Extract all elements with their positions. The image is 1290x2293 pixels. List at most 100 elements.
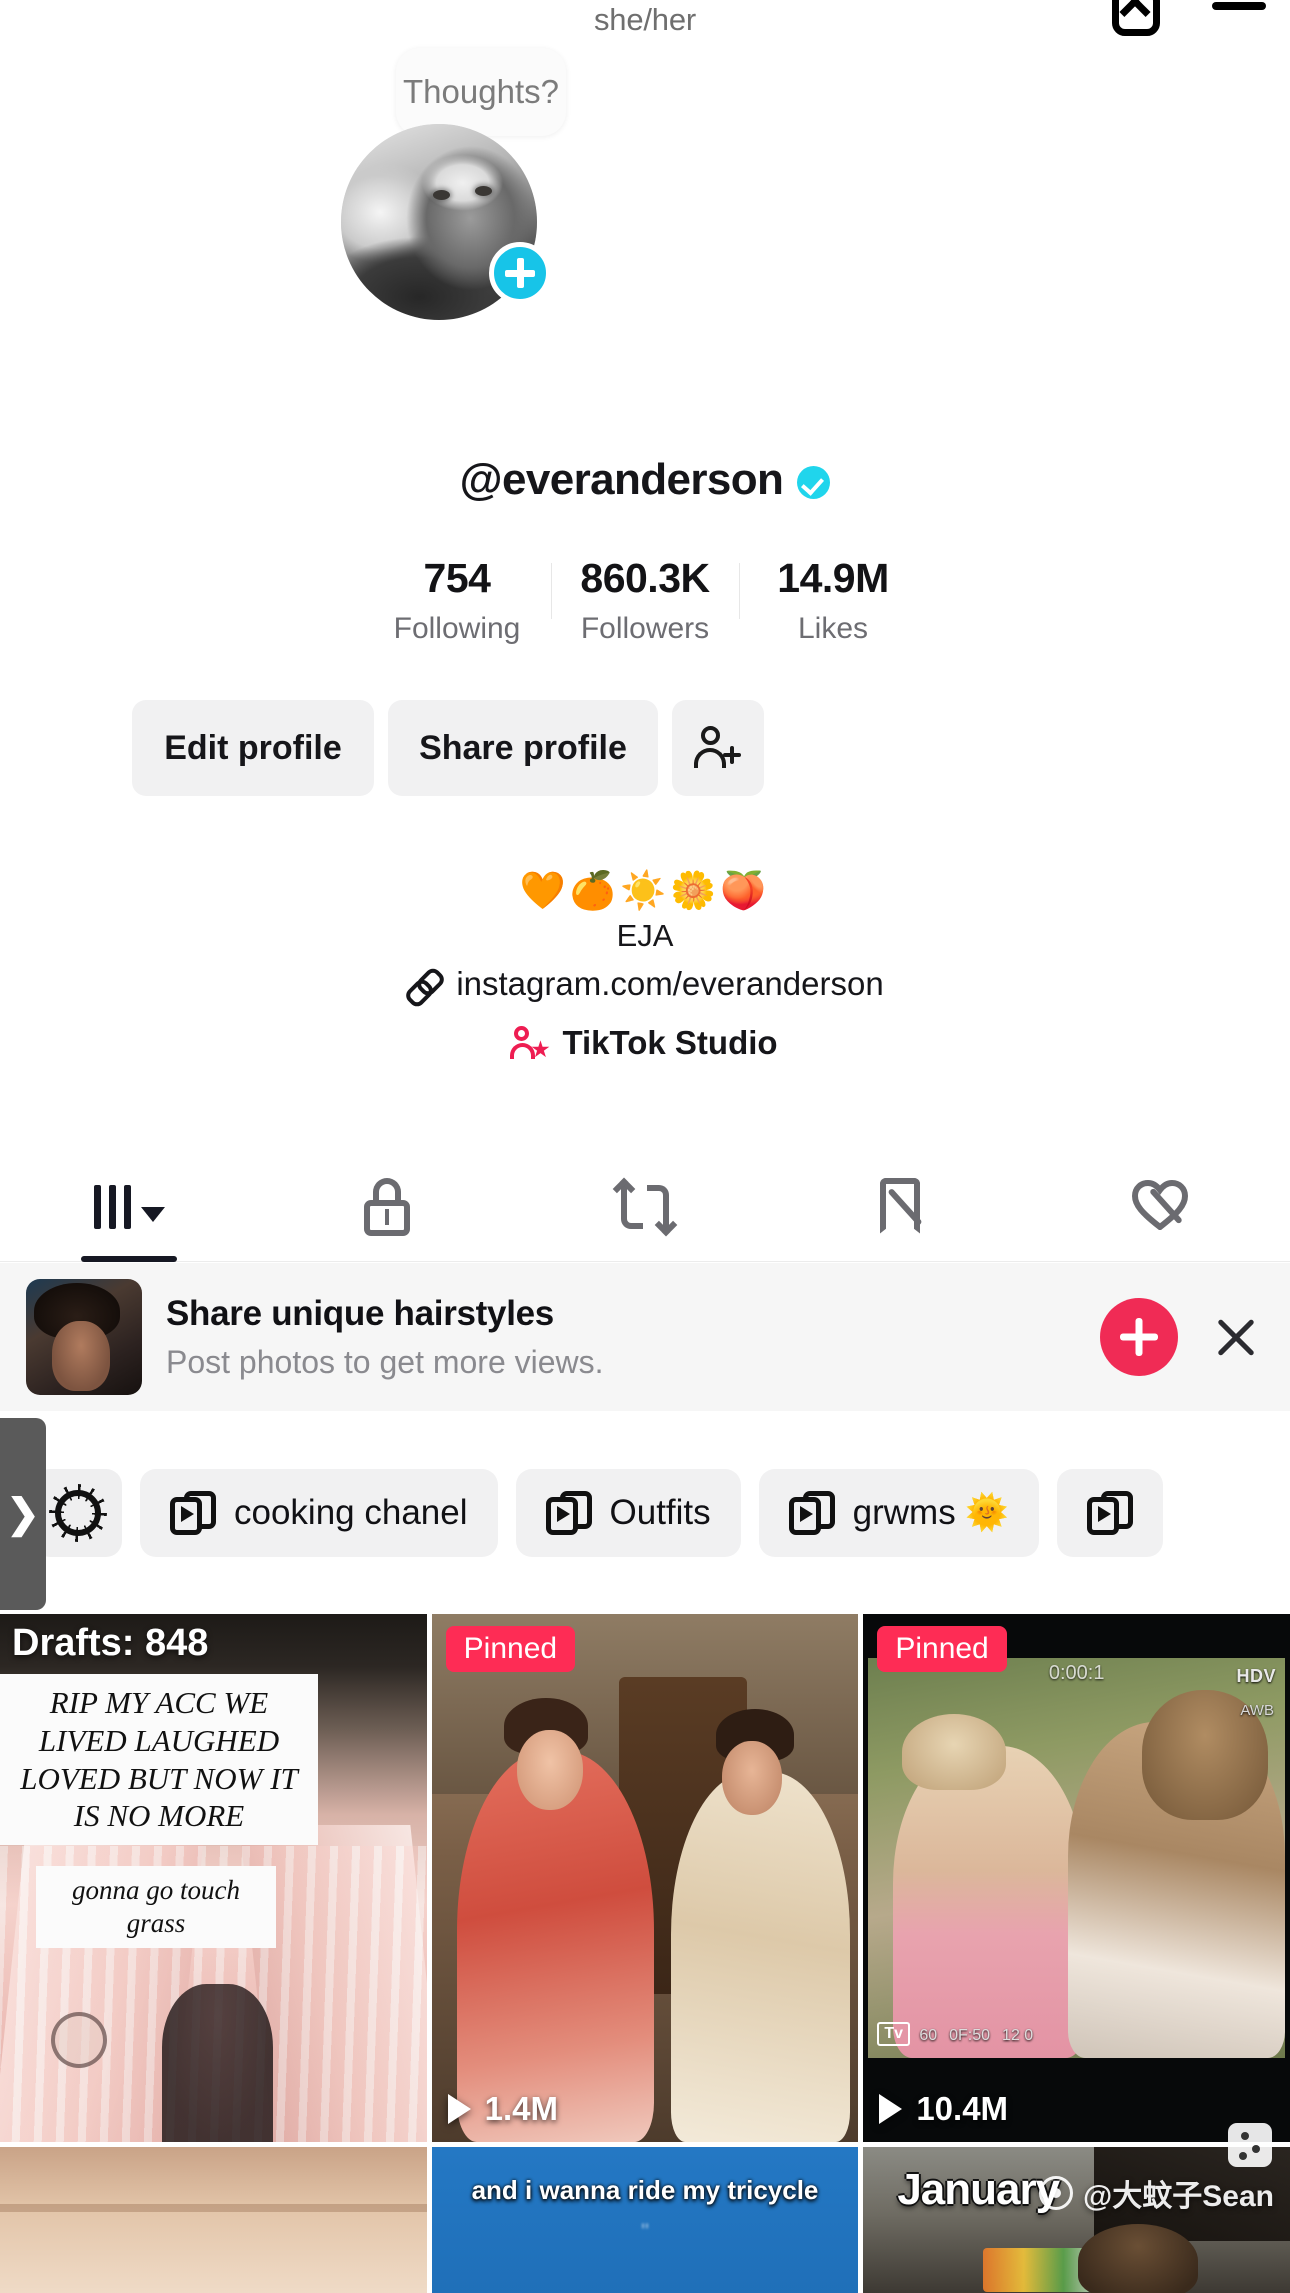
pinned-badge: Pinned: [877, 1626, 1007, 1672]
promo-add-button[interactable]: [1100, 1298, 1178, 1376]
chevron-down-icon: [140, 1207, 165, 1222]
video-overlay-text: January: [897, 2165, 1060, 2214]
drafts-count: Drafts: 848: [12, 1622, 209, 1664]
stats-row: 754 Following 860.3K Followers 14.9M Lik…: [0, 555, 1290, 646]
video-cell-row2-1[interactable]: [0, 2147, 427, 2293]
playlist-chips-row: cooking chanel Outfits grwms 🌞: [0, 1411, 1290, 1614]
promo-text: Share unique hairstyles Post photos to g…: [166, 1294, 1100, 1381]
add-friends-button[interactable]: [672, 700, 764, 796]
camcorder-timecode: 0:00:1: [1048, 1662, 1105, 1684]
menu-icon[interactable]: [1208, 0, 1270, 40]
thought-bubble-text: Thoughts?: [403, 73, 559, 110]
stat-value: 14.9M: [777, 555, 889, 601]
drawer-handle[interactable]: ❯: [0, 1418, 46, 1610]
add-person-icon-head: [701, 726, 720, 745]
tab-liked[interactable]: [1032, 1152, 1290, 1262]
video-inner-frame: [868, 1658, 1285, 2058]
thought-bubble[interactable]: Thoughts?: [396, 48, 566, 136]
camcorder-meta-left: 60: [919, 2027, 938, 2044]
tab-saved[interactable]: [774, 1152, 1032, 1262]
sunburst-icon: [55, 1489, 101, 1536]
stat-label: Followers: [580, 612, 710, 645]
stat-value: 754: [423, 555, 491, 601]
video-caption-secondary: gonna go touch grass: [36, 1866, 276, 1948]
saved-hidden-icon: [880, 1177, 926, 1236]
pinned-badge: Pinned: [445, 1626, 576, 1672]
link-icon: [406, 967, 440, 1001]
playlist-icon: [788, 1490, 835, 1535]
chip-cooking-chanel[interactable]: cooking chanel: [140, 1468, 498, 1557]
view-count: 1.4M: [447, 2090, 559, 2128]
video-overlay-text: and i wanna ride my tricycle: [471, 2175, 819, 2205]
bio-name: EJA: [616, 918, 674, 953]
stat-followers[interactable]: 860.3K Followers: [551, 555, 739, 646]
video-cell-row2-3[interactable]: January: [863, 2147, 1290, 2293]
tiktok-studio-row[interactable]: ★ TikTok Studio: [0, 1024, 1290, 1062]
grid-icon: [93, 1184, 131, 1229]
promo-banner[interactable]: Share unique hairstyles Post photos to g…: [0, 1263, 1290, 1411]
tab-private[interactable]: [258, 1152, 516, 1262]
play-icon: [879, 2094, 903, 2124]
close-icon[interactable]: [1208, 1309, 1264, 1365]
video-caption-primary: RIP MY ACC WE LIVED LAUGHED LOVED BUT NO…: [0, 1674, 318, 1846]
stat-label: Likes: [797, 612, 869, 645]
chip-label: cooking chanel: [234, 1492, 468, 1532]
video-cell-drafts[interactable]: Drafts: 848 RIP MY ACC WE LIVED LAUGHED …: [0, 1614, 427, 2142]
top-bar-actions: [1108, 0, 1270, 40]
playlist-icon: [545, 1490, 592, 1535]
bio-emojis: 🧡🍊☀️🌼🍑: [519, 870, 771, 911]
add-person-icon: [694, 726, 741, 770]
video-cell-pinned-2[interactable]: 0:00:1 HDV AWB Tv 60 0F:50 12 0 Pinned 1…: [863, 1614, 1290, 2142]
tab-reposts[interactable]: [516, 1152, 774, 1262]
chip-label: Outfits: [609, 1492, 711, 1532]
watermark: @大蚊子Sean: [1039, 2171, 1274, 2215]
camcorder-meta: 60 0F:50 12 0: [919, 2026, 1276, 2046]
video-cell-pinned-1[interactable]: Pinned 1.4M: [431, 1614, 859, 2142]
chip-outfits[interactable]: Outfits: [515, 1468, 741, 1557]
stat-label: Following: [393, 612, 521, 645]
watermark-text: @大蚊子Sean: [1083, 2180, 1274, 2213]
chip-label: grwms 🌞: [852, 1493, 1009, 1532]
add-story-plus-icon[interactable]: [489, 242, 551, 304]
promo-title: Share unique hairstyles: [166, 1293, 554, 1333]
play-icon: [447, 2094, 471, 2124]
username-text[interactable]: @everanderson: [460, 455, 784, 505]
view-count-text: 10.4M: [916, 2090, 1009, 2127]
inbox-icon[interactable]: [1108, 0, 1164, 40]
tab-posts[interactable]: [0, 1152, 258, 1262]
pronouns-label: she/her: [594, 2, 696, 37]
video-cell-row2-2[interactable]: and i wanna ride my tricycle ": [431, 2147, 859, 2293]
view-count: 10.4M: [879, 2090, 1008, 2128]
playlist-icon: [170, 1490, 216, 1535]
promo-thumbnail: [26, 1279, 142, 1395]
tiktok-studio-icon: ★: [510, 1026, 549, 1060]
username-row: @everanderson: [0, 455, 1290, 505]
profile-actions: Edit profile Share profile: [132, 700, 764, 796]
verified-badge-icon: [797, 466, 831, 499]
studio-icon-head: [514, 1026, 530, 1041]
avatar[interactable]: [341, 124, 551, 320]
edit-profile-button[interactable]: Edit profile: [132, 700, 374, 796]
lock-icon: [364, 1177, 410, 1236]
camcorder-tv-badge: Tv: [877, 2022, 910, 2046]
stat-following[interactable]: 754 Following: [363, 555, 551, 646]
video-thumbnail: [0, 2147, 427, 2293]
tiktok-studio-label: TikTok Studio: [562, 1024, 778, 1061]
liked-hidden-icon: [1132, 1179, 1190, 1234]
view-count-text: 1.4M: [484, 2090, 559, 2127]
bio-link-row[interactable]: instagram.com/everanderson: [0, 965, 1290, 1003]
menu-icon-line: [1212, 2, 1266, 10]
weibo-icon: [1039, 2176, 1074, 2210]
top-bar: she/her: [0, 0, 1290, 52]
stat-likes[interactable]: 14.9M Likes: [739, 555, 927, 646]
avatar-eye-left: [433, 190, 450, 200]
avatar-eye-right: [475, 186, 492, 196]
chip-grwms[interactable]: grwms 🌞: [758, 1468, 1039, 1557]
camcorder-hdv-label: HDV: [1236, 1666, 1276, 1686]
tiktok-profile-screen: she/her Thoughts? @everanderson 754 Foll…: [0, 0, 1290, 2293]
chip-sunburst[interactable]: [34, 1468, 122, 1557]
add-person-icon-body: [694, 748, 726, 768]
share-profile-button[interactable]: Share profile: [388, 700, 658, 796]
chip-next-partial[interactable]: [1057, 1468, 1163, 1557]
profile-tab-bar: [0, 1152, 1290, 1262]
